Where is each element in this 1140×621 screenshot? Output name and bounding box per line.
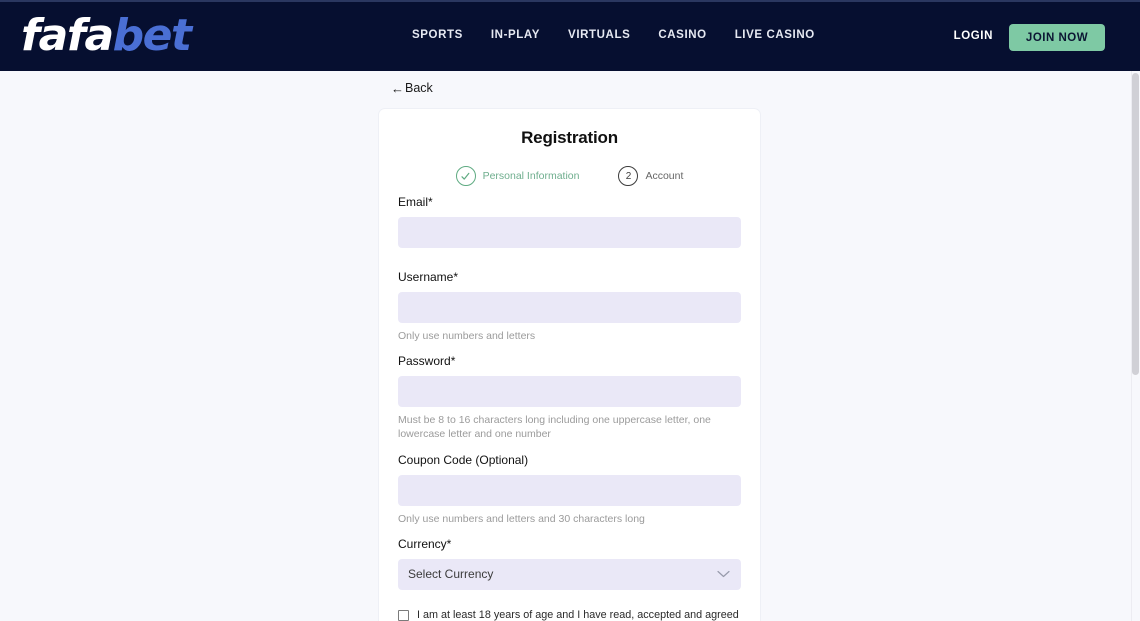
coupon-code-label: Coupon Code (Optional) [398, 452, 529, 467]
back-link[interactable]: ← Back [391, 81, 433, 95]
email-input[interactable] [398, 217, 741, 248]
field-email: Email* [398, 195, 741, 248]
username-label: Username* [398, 270, 459, 284]
nav-item-in-play[interactable]: IN-PLAY [477, 29, 554, 41]
step-label-personal-information: Personal Information [482, 170, 580, 182]
registration-card: Registration Personal Information 2 Acco… [379, 109, 760, 621]
registration-stepper: Personal Information 2 Account [379, 166, 760, 186]
username-hint: Only use numbers and letters [398, 330, 536, 342]
currency-select-wrap: Select Currency [398, 558, 741, 590]
registration-form: Email* Username* Only use numbers and le… [398, 195, 741, 621]
coupon-code-hint: Only use numbers and letters and 30 char… [398, 512, 645, 525]
page-scrollbar-thumb[interactable] [1132, 73, 1139, 375]
login-button[interactable]: LOGIN [954, 30, 993, 42]
registration-page: fafa bet SPORTS IN-PLAY VIRTUALS CASINO L… [0, 0, 1140, 621]
username-input[interactable] [398, 292, 741, 323]
currency-selected-value: Select Currency [408, 567, 494, 582]
fafabet-logo[interactable]: fafa bet [21, 10, 192, 61]
step-label-account: Account [645, 170, 684, 182]
terms-text: I am at least 18 years of age and I have… [417, 608, 741, 621]
terms-text-body: I am at least 18 years of age and I have… [417, 608, 739, 621]
back-bar [0, 71, 1140, 109]
nav-item-sports[interactable]: SPORTS [398, 29, 477, 41]
step-account[interactable]: 2 Account [618, 166, 683, 186]
field-password: Password* Must be 8 to 16 characters lon… [398, 354, 741, 441]
logo-text-primary: fafa [21, 10, 114, 61]
terms-row: I am at least 18 years of age and I have… [398, 608, 741, 621]
nav-item-virtuals[interactable]: VIRTUALS [554, 29, 644, 41]
main-navigation: SPORTS IN-PLAY VIRTUALS CASINO LIVE CASI… [398, 29, 829, 41]
join-now-button[interactable]: JOIN NOW [1009, 24, 1105, 51]
field-coupon-code: Coupon Code (Optional) Only use numbers … [398, 453, 741, 526]
field-username: Username* Only use numbers and letters [398, 270, 741, 343]
page-title: Registration [521, 128, 618, 147]
back-arrow-icon: ← [391, 80, 404, 96]
nav-item-casino[interactable]: CASINO [644, 29, 720, 41]
back-label: Back [405, 81, 433, 95]
currency-select[interactable]: Select Currency [398, 558, 741, 590]
field-currency: Currency* Select Currency [398, 537, 741, 590]
site-header: fafa bet SPORTS IN-PLAY VIRTUALS CASINO L… [0, 0, 1140, 71]
password-label: Password* [398, 354, 456, 369]
step-personal-information[interactable]: Personal Information [455, 166, 580, 186]
terms-checkbox[interactable] [398, 609, 409, 621]
step-number-badge: 2 [618, 166, 639, 186]
coupon-code-input[interactable] [398, 474, 741, 506]
currency-label: Currency* [398, 536, 452, 551]
logo-text-secondary: bet [112, 10, 192, 61]
password-input[interactable] [398, 376, 741, 408]
email-label: Email* [398, 195, 433, 209]
check-circle-icon [455, 166, 476, 186]
nav-item-live-casino[interactable]: LIVE CASINO [721, 29, 829, 41]
password-hint: Must be 8 to 16 characters long includin… [398, 414, 711, 441]
